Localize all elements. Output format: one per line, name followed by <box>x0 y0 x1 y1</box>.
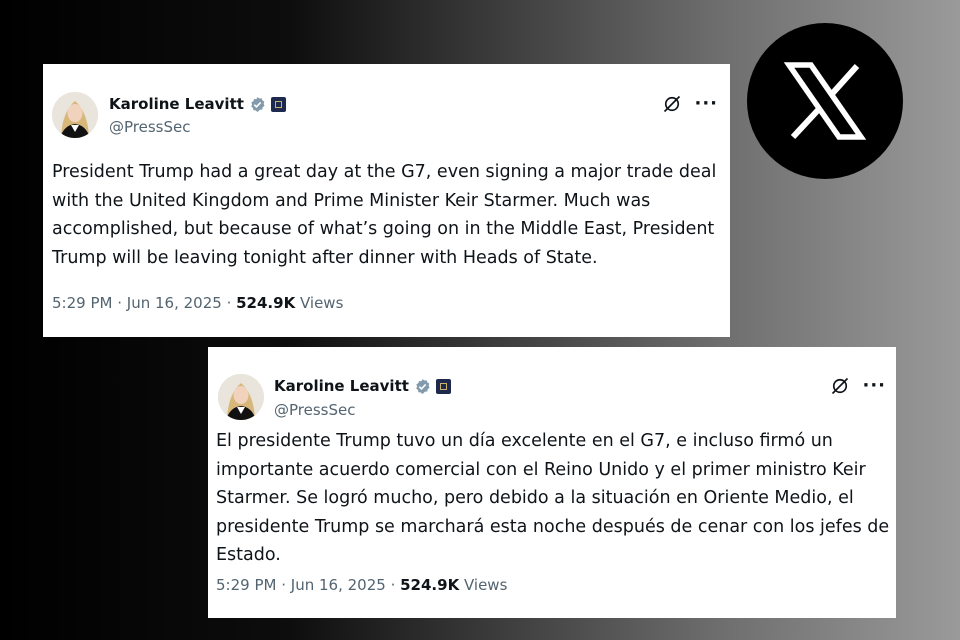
tweet-date[interactable]: Jun 16, 2025 <box>127 294 222 312</box>
avatar[interactable] <box>218 374 264 420</box>
tweet-meta: 5:29 PM · Jun 16, 2025 · 524.9K Views <box>52 294 343 312</box>
tweet-time[interactable]: 5:29 PM <box>216 576 276 594</box>
tweet-actions: ··· <box>662 94 718 114</box>
tweet-actions: ··· <box>830 376 886 396</box>
handle[interactable]: @PressSec <box>274 401 355 419</box>
handle[interactable]: @PressSec <box>109 118 190 136</box>
author-name-row: Karoline Leavitt <box>109 95 286 113</box>
tweet-time[interactable]: 5:29 PM <box>52 294 112 312</box>
views-label: Views <box>299 294 344 312</box>
tweet-card-english[interactable]: Karoline Leavitt @PressSec ··· President… <box>43 64 730 337</box>
views-count: 524.9K <box>400 576 460 594</box>
meta-separator: · <box>281 576 291 594</box>
meta-separator: · <box>117 294 127 312</box>
avatar-image <box>218 374 264 420</box>
views-count: 524.9K <box>236 294 296 312</box>
affiliation-badge-icon[interactable] <box>270 96 286 112</box>
more-options-icon[interactable]: ··· <box>862 377 886 395</box>
tweet-meta: 5:29 PM · Jun 16, 2025 · 524.9K Views <box>216 576 507 594</box>
meta-separator: · <box>390 576 401 594</box>
affiliation-badge-icon[interactable] <box>435 378 451 394</box>
display-name[interactable]: Karoline Leavitt <box>109 95 244 113</box>
tweet-text: El presidente Trump tuvo un día excelent… <box>216 431 890 565</box>
verified-badge-icon <box>416 378 430 394</box>
tweet-text: President Trump had a great day at the G… <box>52 162 717 268</box>
avatar[interactable] <box>52 92 98 138</box>
avatar-image <box>52 92 98 138</box>
author-name-row: Karoline Leavitt <box>274 377 451 395</box>
x-logo-icon <box>747 23 903 179</box>
grok-icon[interactable] <box>662 94 682 114</box>
views-label: Views <box>463 576 508 594</box>
grok-icon[interactable] <box>830 376 850 396</box>
tweet-date[interactable]: Jun 16, 2025 <box>291 576 386 594</box>
more-options-icon[interactable]: ··· <box>694 95 718 113</box>
meta-separator: · <box>226 294 237 312</box>
verified-badge-icon <box>251 96 265 112</box>
display-name[interactable]: Karoline Leavitt <box>274 377 409 395</box>
tweet-card-spanish[interactable]: Karoline Leavitt @PressSec ··· El presid… <box>208 347 896 618</box>
